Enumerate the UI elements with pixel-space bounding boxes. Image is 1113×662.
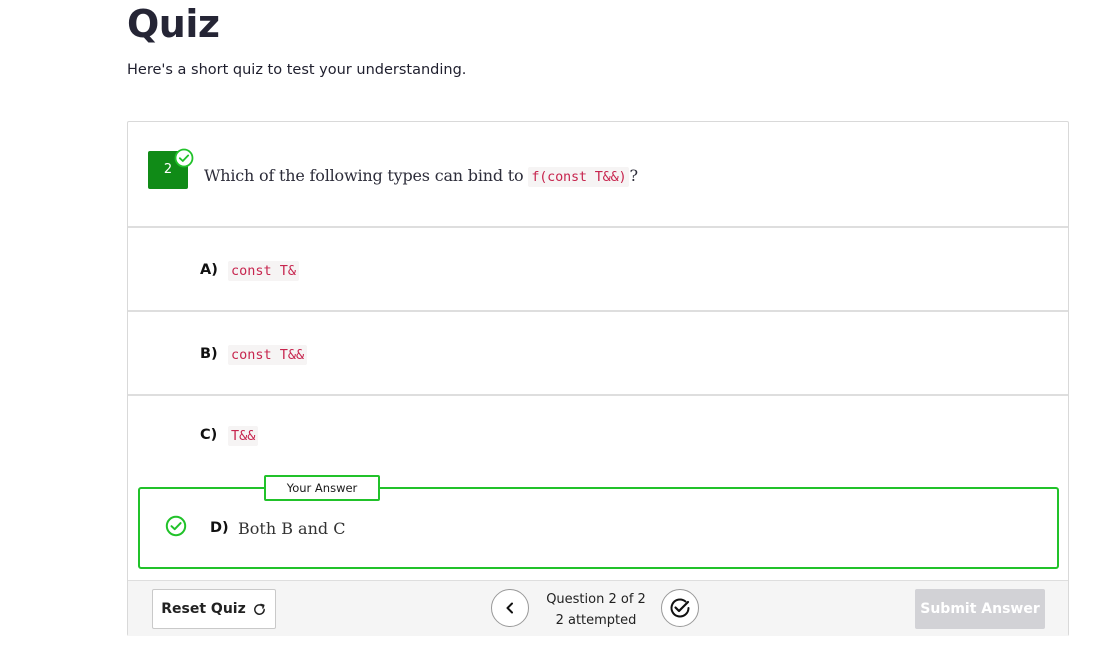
option-value: T&& [228,426,259,446]
option-letter: A) [200,262,218,278]
option-b[interactable]: B) const T&& [128,312,1068,396]
check-circle-icon [165,515,187,537]
option-text: Both B and C [238,519,346,538]
question-text: Which of the following types can bind to… [204,166,638,187]
quiz-card: 2 Which of the following types can bind … [127,121,1069,636]
option-a[interactable]: A) const T& [128,228,1068,312]
reset-label: Reset Quiz [161,601,246,617]
your-answer-badge: Your Answer [264,475,380,501]
submit-answer-button[interactable]: Submit Answer [915,589,1045,629]
page-title: Quiz [127,2,220,46]
quiz-footer: Reset Quiz Question 2 of 2 2 attempted S… [128,580,1068,636]
refresh-icon [253,603,265,615]
chevron-left-icon [506,602,513,614]
option-letter: B) [200,346,218,362]
question-header: 2 Which of the following types can bind … [128,122,1068,228]
previous-question-button[interactable] [491,589,529,627]
check-badge-icon [670,598,690,618]
question-status: Question 2 of 2 2 attempted [538,589,654,631]
option-letter: C) [200,427,218,443]
question-code: f(const T&&) [528,167,630,187]
quiz-complete-button[interactable] [661,589,699,627]
question-text-after: ? [629,166,638,185]
check-circle-icon [174,148,194,168]
question-text-before: Which of the following types can bind to [204,166,529,185]
option-c[interactable]: C) T&& [128,395,1068,477]
option-letter: D) [210,520,229,536]
reset-quiz-button[interactable]: Reset Quiz [152,589,276,629]
option-d-selected[interactable]: Your Answer D) Both B and C [138,475,1059,569]
page-subtitle: Here's a short quiz to test your underst… [127,62,467,78]
option-value: const T& [228,261,300,281]
attempted-count: 2 attempted [555,613,637,628]
option-value: const T&& [228,345,308,365]
question-position: Question 2 of 2 [546,592,646,607]
